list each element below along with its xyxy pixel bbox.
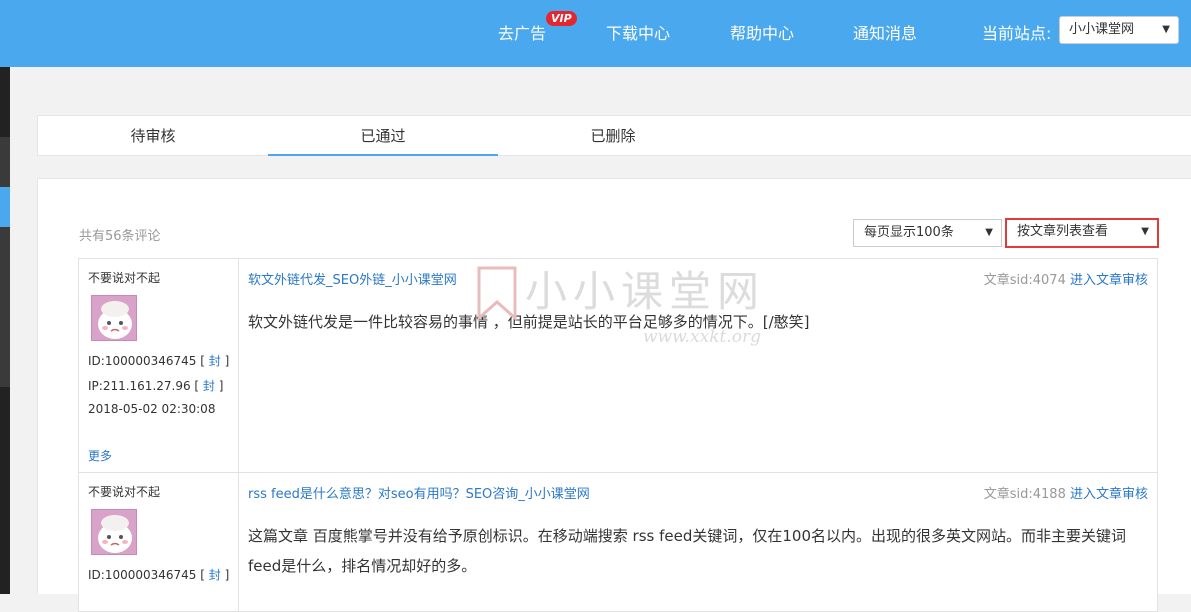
- ban-ip-link[interactable]: 封: [203, 379, 215, 393]
- chevron-down-icon: ▼: [1162, 24, 1170, 35]
- more-link[interactable]: 更多: [88, 447, 112, 464]
- nav-remove-ads[interactable]: 去广告: [498, 20, 546, 44]
- nav-notifications[interactable]: 通知消息: [853, 20, 917, 44]
- comment-user-info: 不要说对不起 ID:100000346745 [ 封 ]: [79, 473, 239, 611]
- user-name: 不要说对不起: [88, 485, 161, 499]
- enter-article-review-link[interactable]: 进入文章审核: [1070, 487, 1148, 502]
- chevron-down-icon: ▼: [1141, 226, 1149, 237]
- comment-row: 不要说对不起 ID:100000346745 [ 封 ] IP:211.161.…: [78, 258, 1158, 473]
- comment-content: 这篇文章 百度熊掌号并没有给予原创标识。在移动端搜索 rss feed关键词，仅…: [248, 527, 1126, 575]
- nav-download-center[interactable]: 下载中心: [606, 20, 670, 44]
- per-page-select[interactable]: 每页显示100条 ▼: [853, 219, 1002, 247]
- sidebar-edge: [0, 67, 10, 594]
- avatar[interactable]: [91, 295, 137, 341]
- tab-approved[interactable]: 已通过: [268, 116, 498, 156]
- enter-article-review-link[interactable]: 进入文章审核: [1070, 273, 1148, 288]
- user-id-text: ID:100000346745: [88, 568, 197, 582]
- top-header: 去广告 VIP 下载中心 帮助中心 通知消息 当前站点: 小小课堂网 ▼: [0, 0, 1191, 67]
- current-site-label: 当前站点:: [982, 24, 1052, 43]
- vip-badge: VIP: [546, 11, 577, 26]
- article-sid: 文章sid:4188 进入文章审核: [984, 483, 1148, 502]
- user-name: 不要说对不起: [88, 271, 161, 285]
- user-id: ID:100000346745 [ 封 ]: [88, 354, 230, 368]
- site-select[interactable]: 小小课堂网 ▼: [1059, 16, 1179, 44]
- comment-row: 不要说对不起 ID:100000346745 [ 封 ] rss feed是什么…: [78, 472, 1158, 612]
- nav-help-center[interactable]: 帮助中心: [730, 20, 794, 44]
- sidebar-edge-item: [0, 227, 10, 387]
- site-select-value: 小小课堂网: [1069, 22, 1135, 37]
- comment-time: 2018-05-02 02:30:08: [88, 402, 216, 416]
- user-ip: IP:211.161.27.96 [ 封 ]: [88, 379, 224, 393]
- avatar-image: [92, 296, 136, 340]
- article-title-link[interactable]: rss feed是什么意思？对seo有用吗？SEO咨询_小小课堂网: [248, 483, 590, 502]
- comment-count: 共有56条评论: [79, 229, 161, 244]
- article-title-link[interactable]: 软文外链代发_SEO外链_小小课堂网: [248, 269, 457, 288]
- ban-user-link[interactable]: 封: [209, 568, 221, 582]
- sidebar-edge-active: [0, 187, 10, 227]
- article-sid: 文章sid:4074 进入文章审核: [984, 269, 1148, 288]
- tab-pending[interactable]: 待审核: [38, 116, 268, 156]
- comment-user-info: 不要说对不起 ID:100000346745 [ 封 ] IP:211.161.…: [79, 259, 239, 472]
- avatar[interactable]: [91, 509, 137, 555]
- per-page-value: 每页显示100条: [864, 225, 954, 240]
- tab-deleted[interactable]: 已删除: [498, 116, 728, 156]
- article-sid-text: 文章sid:4188: [983, 487, 1066, 502]
- article-sid-text: 文章sid:4074: [983, 273, 1066, 288]
- user-ip-text: IP:211.161.27.96: [88, 379, 191, 393]
- user-id: ID:100000346745 [ 封 ]: [88, 568, 230, 582]
- status-tabs: 待审核 已通过 已删除: [37, 115, 1191, 156]
- view-mode-select[interactable]: 按文章列表查看 ▼: [1005, 218, 1159, 248]
- avatar-image: [92, 510, 136, 554]
- comment-content: 软文外链代发是一件比较容易的事情 ，但前提是站长的平台足够多的情况下。[/憨笑]: [248, 313, 810, 331]
- user-id-text: ID:100000346745: [88, 354, 197, 368]
- chevron-down-icon: ▼: [985, 227, 993, 238]
- ban-user-link[interactable]: 封: [209, 354, 221, 368]
- sidebar-edge-item: [0, 137, 10, 187]
- view-mode-value: 按文章列表查看: [1017, 224, 1109, 239]
